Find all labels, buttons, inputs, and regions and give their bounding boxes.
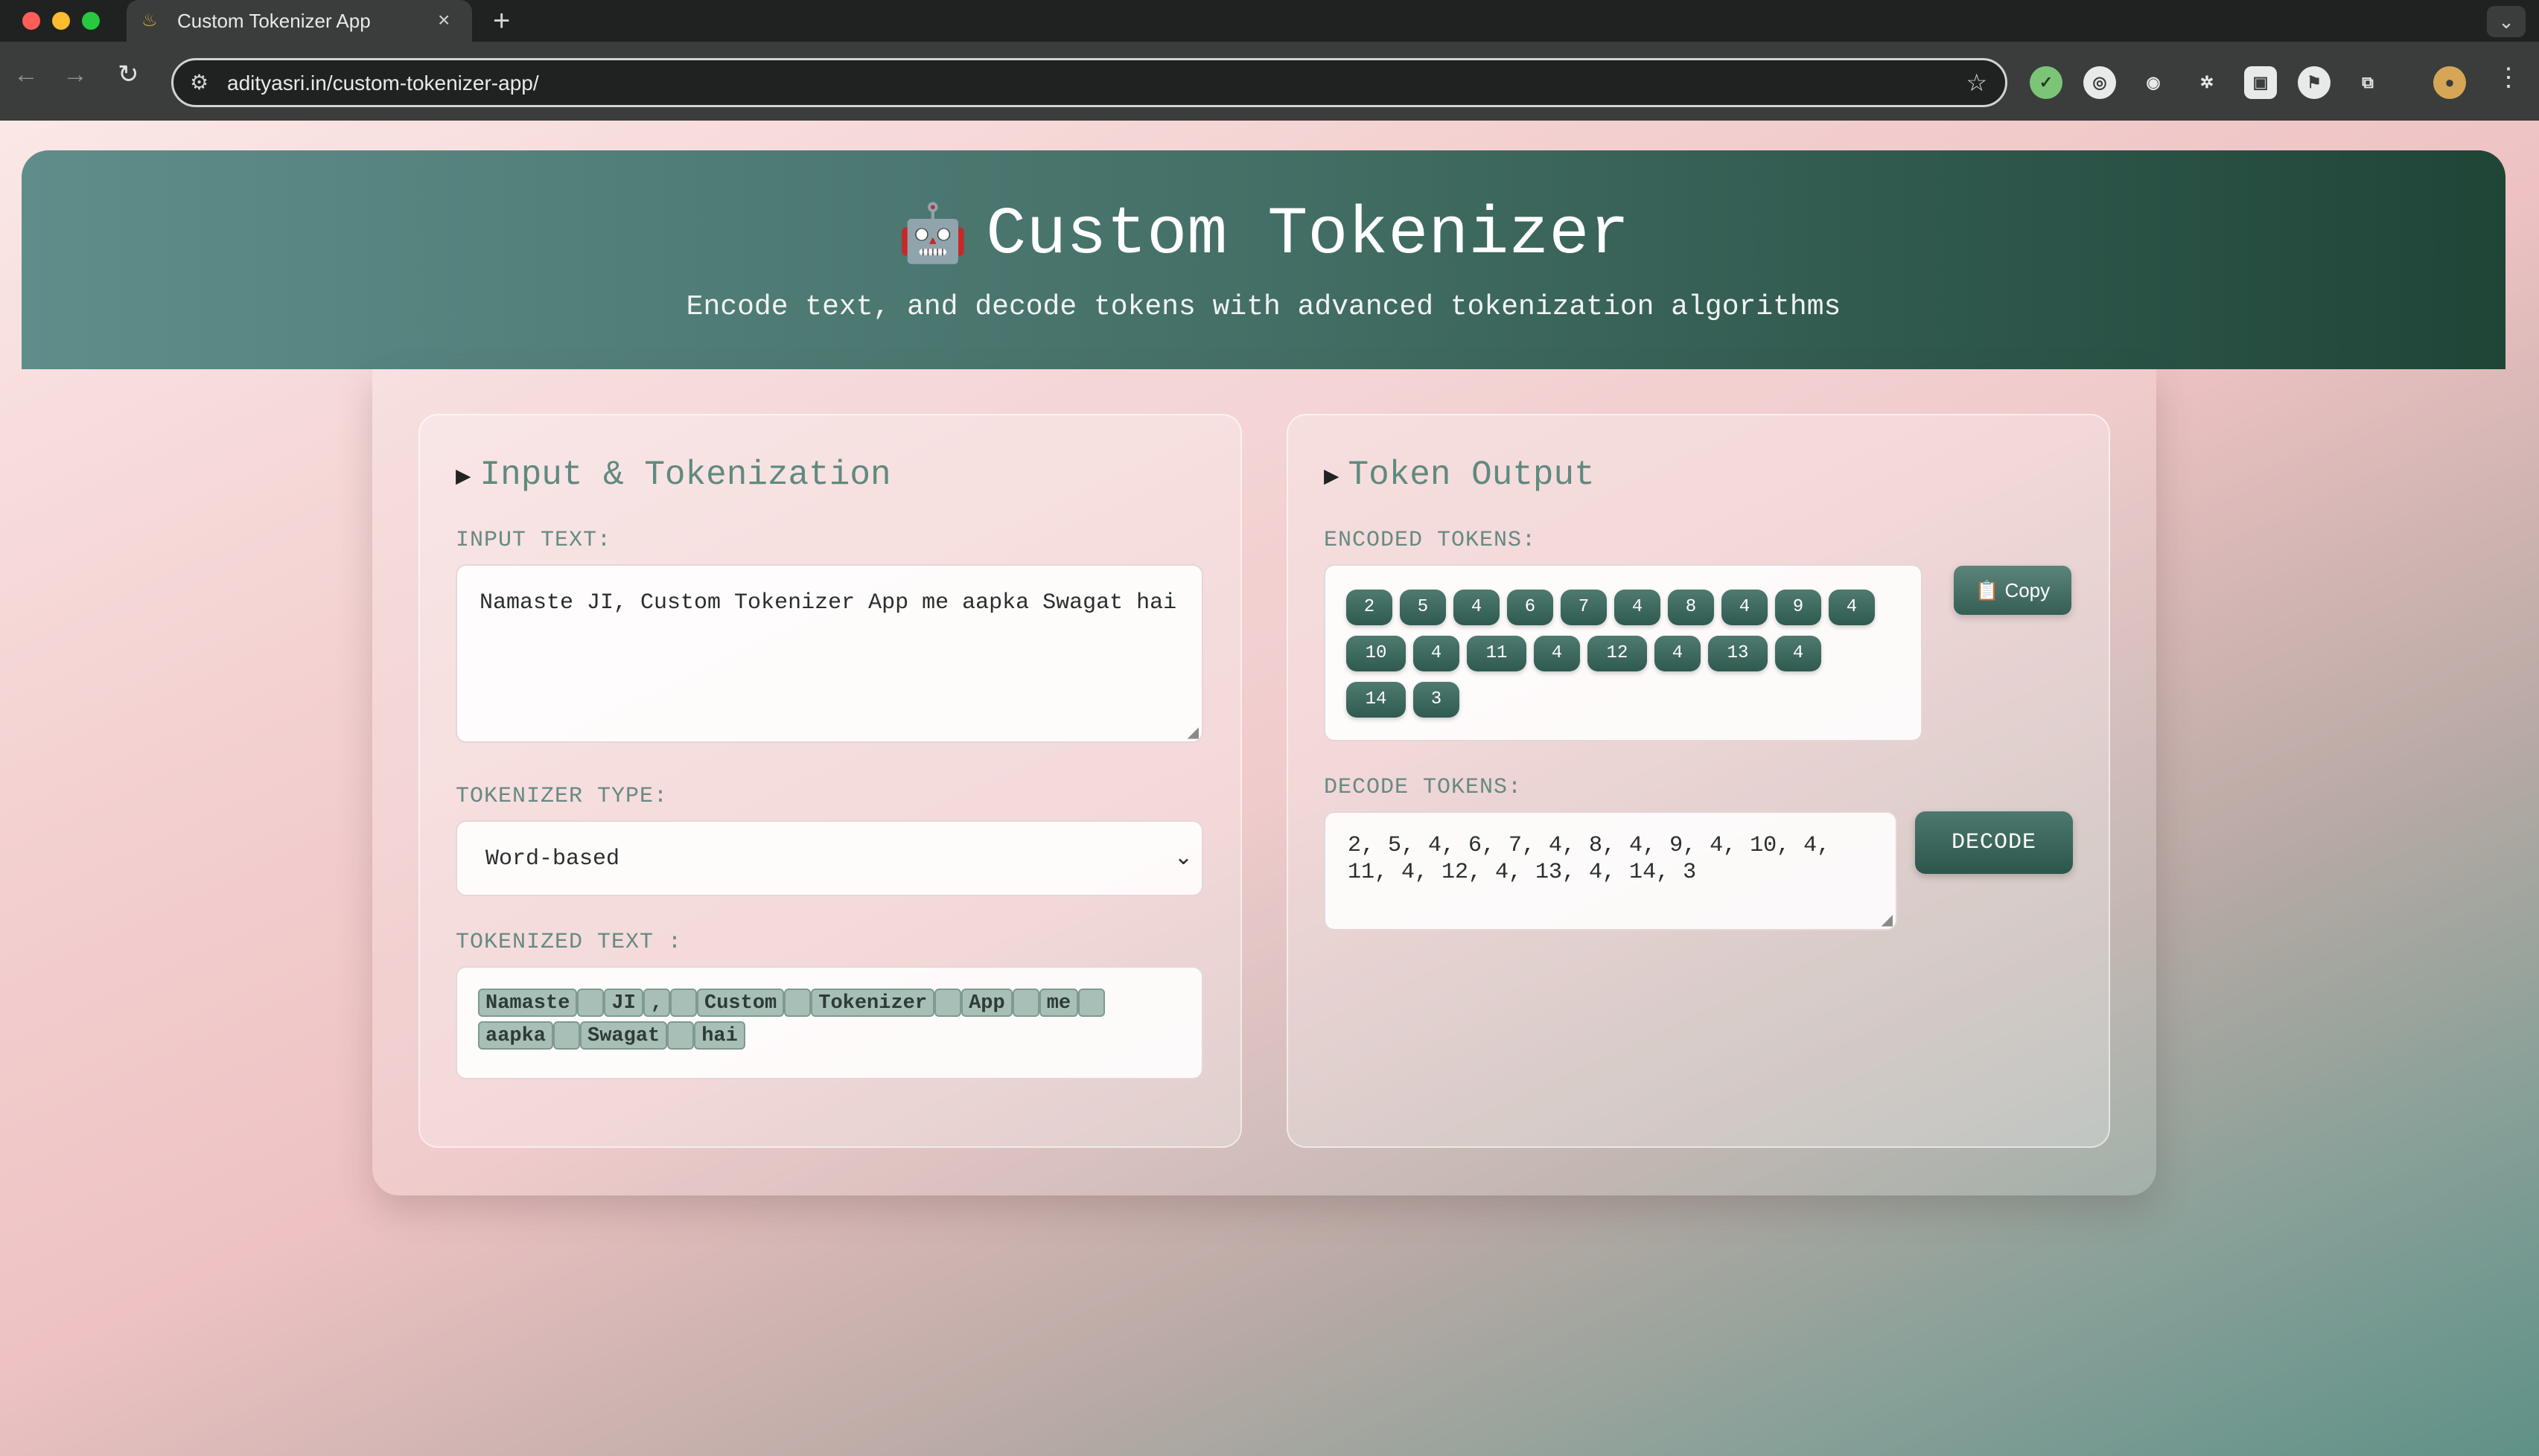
- token-chip: [667, 1021, 695, 1050]
- input-tokenization-panel: ▶ Input & Tokenization INPUT TEXT: Namast…: [418, 414, 1242, 1148]
- triangle-right-icon: ▶: [456, 464, 471, 492]
- encoded-token-chip: 3: [1413, 682, 1459, 718]
- encoded-tokens-box: 2 5 4 6 7 4 8 4 9 4 10 4 11 4 12 4 13 4 14 3: [1324, 564, 1922, 741]
- browser-toolbar: ← → ↻ ⚙ adityasri.in/custom-tokenizer-ap…: [0, 42, 2539, 121]
- forward-arrow-icon[interactable]: →: [63, 60, 88, 89]
- bookmark-extension-icon[interactable]: ▣: [2244, 66, 2277, 99]
- token-chip: aapka: [478, 1021, 554, 1050]
- token-chip: Swagat: [580, 1021, 668, 1050]
- tab-close-icon[interactable]: ×: [438, 9, 450, 31]
- decode-tokens-label: DECODE TOKENS:: [1324, 775, 1523, 800]
- encoded-token-chip: 4: [1654, 636, 1701, 671]
- page-title-text: Custom Tokenizer: [986, 197, 1630, 273]
- encoded-token-chip: 2: [1346, 590, 1392, 625]
- token-list: Namaste JI, Custom Tokenizer App me aapk…: [478, 989, 1126, 1050]
- encoded-tokens-label: ENCODED TOKENS:: [1324, 528, 1537, 553]
- copy-button[interactable]: 📋 Copy: [1954, 566, 2071, 615]
- reload-icon[interactable]: ↻: [118, 60, 139, 89]
- resize-handle-icon[interactable]: ◢: [1188, 725, 1199, 740]
- encoded-token-chip: 4: [1614, 590, 1660, 625]
- profile-avatar[interactable]: ●: [2433, 66, 2466, 99]
- tab-custom-tokenizer[interactable]: ♨ Custom Tokenizer App ×: [127, 0, 472, 42]
- globe-extension-icon[interactable]: ◎: [2083, 66, 2116, 99]
- chevron-down-icon[interactable]: ⌄: [1174, 843, 1193, 872]
- encoded-token-chip: 11: [1467, 636, 1526, 671]
- encoded-token-chip: 7: [1561, 590, 1607, 625]
- token-chip: Tokenizer: [811, 989, 935, 1017]
- decode-button[interactable]: DECODE: [1915, 811, 2073, 874]
- token-chip: [1078, 989, 1106, 1017]
- bookmark-star-icon[interactable]: ☆: [1966, 69, 1987, 96]
- flag-extension-icon[interactable]: ⚑: [2298, 66, 2331, 99]
- tokenizer-type-value[interactable]: Word-based: [485, 844, 619, 874]
- close-window-button[interactable]: [22, 12, 40, 30]
- encoded-token-chip: 10: [1346, 636, 1406, 671]
- puzzle-extensions-icon[interactable]: ⧉: [2351, 66, 2384, 99]
- main-card: ▶ Input & Tokenization INPUT TEXT: Namast…: [372, 369, 2156, 1195]
- encoded-token-chip: 6: [1507, 590, 1553, 625]
- shield-extension-icon[interactable]: ✓: [2030, 66, 2062, 99]
- encoded-token-chip: 4: [1413, 636, 1459, 671]
- tab-title: Custom Tokenizer App: [177, 10, 371, 32]
- tab-search-chevron-icon[interactable]: ⌄: [2487, 6, 2526, 37]
- page-title: 🤖 Custom Tokenizer: [22, 197, 2505, 276]
- encoded-token-chip: 4: [1829, 590, 1875, 625]
- decode-tokens-input[interactable]: 2, 5, 4, 6, 7, 4, 8, 4, 9, 4, 10, 4, 11,…: [1324, 811, 1897, 930]
- token-chip: [1012, 989, 1039, 1017]
- site-settings-icon[interactable]: ⚙: [190, 71, 208, 95]
- token-chip: App: [961, 989, 1013, 1017]
- tokenizer-type-select[interactable]: Word-based ⌄: [456, 820, 1203, 896]
- encoded-token-chip: 14: [1346, 682, 1406, 718]
- encoded-token-chip: 4: [1453, 590, 1500, 625]
- output-panel-title: Token Output: [1348, 456, 1595, 494]
- maximize-window-button[interactable]: [82, 12, 100, 30]
- resize-handle-icon[interactable]: ◢: [1882, 913, 1893, 927]
- url-text[interactable]: adityasri.in/custom-tokenizer-app/: [227, 71, 539, 95]
- token-chip: [577, 989, 605, 1017]
- input-panel-title: Input & Tokenization: [480, 456, 891, 494]
- input-text-value[interactable]: Namaste JI, Custom Tokenizer App me aapk…: [480, 588, 1176, 618]
- input-text-area[interactable]: Namaste JI, Custom Tokenizer App me aapk…: [456, 564, 1203, 743]
- target-extension-icon[interactable]: ◉: [2137, 66, 2170, 99]
- new-tab-button[interactable]: +: [493, 6, 510, 36]
- token-chip: [670, 989, 698, 1017]
- encoded-token-chip: 4: [1775, 636, 1821, 671]
- token-chip: me: [1039, 989, 1079, 1017]
- token-chip: Custom: [697, 989, 785, 1017]
- triangle-right-icon: ▶: [1324, 464, 1339, 492]
- encoded-token-list: 2 5 4 6 7 4 8 4 9 4 10 4 11 4 12 4 13 4 14 3: [1346, 590, 1882, 718]
- address-bar[interactable]: ⚙ adityasri.in/custom-tokenizer-app/ ☆: [171, 58, 2007, 107]
- back-arrow-icon[interactable]: ←: [13, 60, 39, 89]
- tokenized-text-box: Namaste JI, Custom Tokenizer App me aapk…: [456, 966, 1203, 1079]
- encoded-token-chip: 4: [1721, 590, 1768, 625]
- favicon-icon: ♨: [141, 10, 158, 31]
- tab-strip: ♨ Custom Tokenizer App × + ⌄: [0, 0, 2539, 42]
- robot-icon: 🤖: [897, 205, 969, 269]
- token-chip: JI: [604, 989, 643, 1017]
- browser-menu-icon[interactable]: ⋮: [2496, 63, 2521, 92]
- encoded-token-chip: 9: [1775, 590, 1821, 625]
- page-subtitle: Encode text, and decode tokens with adva…: [686, 291, 1841, 323]
- minimize-window-button[interactable]: [52, 12, 70, 30]
- encoded-token-chip: 4: [1534, 636, 1580, 671]
- tokenized-text-label: TOKENIZED TEXT :: [456, 930, 683, 955]
- token-chip: hai: [694, 1021, 745, 1050]
- encoded-token-chip: 12: [1587, 636, 1647, 671]
- token-chip: Namaste: [478, 989, 578, 1017]
- encoded-token-chip: 5: [1400, 590, 1446, 625]
- wand-extension-icon[interactable]: ✲: [2191, 66, 2223, 99]
- encoded-token-chip: 8: [1668, 590, 1714, 625]
- token-chip: [934, 989, 962, 1017]
- input-text-label: INPUT TEXT:: [456, 528, 612, 553]
- token-output-panel: ▶ Token Output ENCODED TOKENS: 2546748494…: [1287, 414, 2110, 1148]
- encoded-token-chip: 13: [1708, 636, 1768, 671]
- token-chip: [553, 1021, 581, 1050]
- app-header: 🤖 Custom Tokenizer Encode text, and decod…: [22, 150, 2505, 369]
- output-panel-heading: ▶ Token Output: [1324, 454, 1595, 499]
- input-panel-heading: ▶ Input & Tokenization: [456, 454, 891, 499]
- tokenizer-type-label: TOKENIZER TYPE:: [456, 784, 669, 809]
- token-chip: [784, 989, 812, 1017]
- decode-tokens-value[interactable]: 2, 5, 4, 6, 7, 4, 8, 4, 9, 4, 10, 4, 11,…: [1348, 832, 1869, 886]
- token-chip: ,: [643, 989, 671, 1017]
